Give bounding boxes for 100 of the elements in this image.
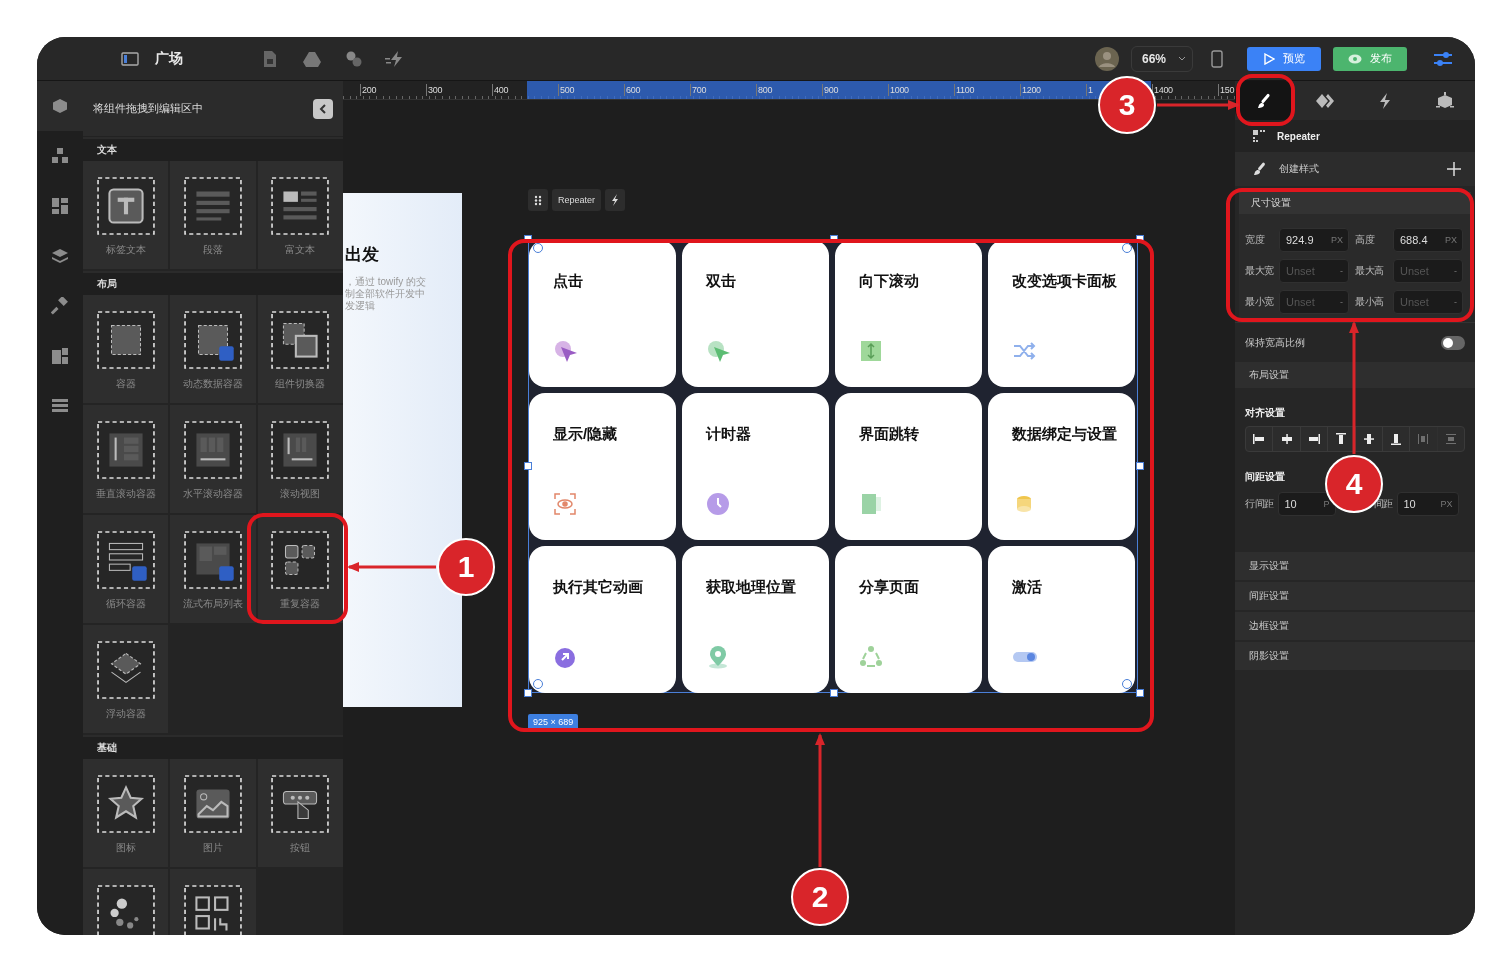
component-tile[interactable]: 循环容器 — [83, 515, 169, 623]
component-tile[interactable]: 流式布局列表 — [170, 515, 256, 623]
radius-handle[interactable] — [533, 679, 543, 689]
preview-button[interactable]: 预览 — [1247, 46, 1321, 71]
action-card[interactable]: 显示/隐藏 — [529, 393, 676, 540]
action-card[interactable]: 执行其它动画 — [529, 546, 676, 693]
action-card[interactable]: 点击 — [529, 240, 676, 387]
field-label: 高度 — [1354, 233, 1376, 247]
settings-section[interactable]: 边框设置 — [1235, 612, 1475, 640]
action-card[interactable]: 数据绑定与设置 — [988, 393, 1135, 540]
plus-icon[interactable] — [1447, 162, 1461, 176]
field-label: 宽度 — [1245, 233, 1266, 247]
unit-label: - — [1454, 297, 1457, 307]
eye-icon — [553, 492, 579, 518]
action-card[interactable]: 向下滚动 — [835, 240, 982, 387]
paragraph-icon — [184, 177, 242, 235]
radius-handle[interactable] — [533, 243, 543, 253]
events-button[interactable] — [605, 189, 626, 211]
ruler-label: 700 — [690, 84, 707, 96]
action-card[interactable]: 界面跳转 — [835, 393, 982, 540]
keep-ratio-toggle[interactable] — [1441, 335, 1465, 350]
unit-label: P — [1323, 499, 1330, 509]
component-tile[interactable]: 重复容器 — [257, 515, 343, 623]
action-card[interactable]: 分享页面 — [835, 546, 982, 693]
settings-section[interactable]: 显示设置 — [1235, 552, 1475, 580]
flow-layout-icon — [184, 531, 242, 589]
component-tile[interactable]: 富文本 — [257, 161, 343, 269]
cube-icon[interactable] — [51, 97, 69, 115]
data-container-icon — [184, 311, 242, 369]
panel-title: 将组件拖拽到编辑区中 — [93, 101, 203, 116]
grid-icon[interactable] — [51, 197, 69, 215]
radius-handle[interactable] — [1122, 679, 1132, 689]
card-title: 激活 — [1012, 578, 1043, 597]
action-card[interactable]: 改变选项卡面板 — [988, 240, 1135, 387]
robot-icon — [1436, 91, 1454, 110]
component-tile[interactable]: 动态数据容器 — [170, 295, 256, 403]
component-tile[interactable]: 标签文本 — [83, 161, 169, 269]
resize-handle[interactable] — [1136, 689, 1144, 697]
cubes-icon[interactable] — [51, 147, 69, 165]
floating-container-icon — [96, 641, 155, 699]
ruler-label: 1100 — [954, 84, 975, 96]
ruler-label: 300 — [426, 84, 443, 96]
sliders-icon[interactable] — [1433, 49, 1453, 68]
resize-handle[interactable] — [524, 462, 532, 470]
brush-icon[interactable] — [51, 297, 69, 315]
clock-icon — [706, 492, 732, 518]
list-icon[interactable] — [51, 397, 69, 415]
resize-handle[interactable] — [1136, 235, 1144, 243]
ruler-label: 400 — [492, 84, 509, 96]
resize-handle[interactable] — [524, 689, 532, 697]
component-tile[interactable]: 容器 — [83, 295, 169, 403]
section-title: 布局 — [97, 277, 117, 291]
qr-code-icon — [184, 885, 242, 935]
sidebar-toggle-icon[interactable] — [121, 51, 139, 66]
preview-text: 发逻辑 — [345, 300, 376, 312]
highlight-outline — [1236, 74, 1295, 126]
component-tile[interactable]: 浮动容器 — [83, 625, 169, 733]
zoom-select[interactable]: 66% — [1131, 45, 1193, 72]
horizontal-scroll-icon — [184, 421, 242, 479]
component-tile[interactable]: 滚动视图 — [257, 405, 343, 513]
component-tile[interactable]: 水平滚动容器 — [170, 405, 256, 513]
component-tile[interactable]: 段落 — [170, 161, 256, 269]
component-tile[interactable]: 图标 — [83, 759, 169, 867]
layers-icon[interactable] — [51, 247, 69, 265]
document-icon[interactable] — [263, 49, 277, 68]
card-title: 执行其它动画 — [553, 578, 644, 597]
drag-handle[interactable] — [528, 189, 548, 211]
ruler-label: 1000 — [888, 84, 909, 96]
avatar[interactable] — [1095, 46, 1119, 71]
phone-icon[interactable] — [1211, 49, 1223, 68]
play-icon — [1263, 52, 1275, 65]
action-card[interactable]: 获取地理位置 — [682, 546, 829, 693]
component-tile[interactable]: 按钮 — [257, 759, 343, 867]
preview-text: 制全部软件开发中 — [345, 288, 426, 300]
shapes-icon[interactable] — [345, 49, 363, 68]
unit-label: PX — [1445, 235, 1457, 245]
preview-text: ，通过 towify 的交 — [345, 276, 428, 288]
unit-label: PX — [1331, 235, 1343, 245]
settings-section[interactable]: 阴影设置 — [1235, 642, 1475, 670]
grip-icon — [534, 194, 542, 206]
card-title: 点击 — [553, 272, 584, 291]
card-title: 获取地理位置 — [706, 578, 797, 597]
scroll-view-icon — [271, 421, 330, 479]
unit-label: PX — [1440, 499, 1453, 509]
component-chip[interactable]: Repeater — [552, 189, 602, 211]
layout-icon[interactable] — [51, 347, 69, 365]
action-card[interactable]: 双击 — [682, 240, 829, 387]
action-card[interactable]: 激活 — [988, 546, 1135, 693]
brush-icon — [1253, 162, 1267, 176]
component-tile[interactable]: 组件切换器 — [257, 295, 343, 403]
chevron-down-icon — [1178, 55, 1186, 62]
collapse-button[interactable] — [313, 98, 333, 119]
radius-handle[interactable] — [1122, 243, 1132, 253]
component-tile[interactable]: 垂直滚动容器 — [83, 405, 169, 513]
resize-handle[interactable] — [830, 689, 838, 697]
settings-section[interactable]: 间距设置 — [1235, 582, 1475, 610]
action-card[interactable]: 计时器 — [682, 393, 829, 540]
component-tile[interactable]: 图片 — [170, 759, 256, 867]
resize-handle[interactable] — [1136, 462, 1144, 470]
ruler-label: 900 — [822, 84, 839, 96]
